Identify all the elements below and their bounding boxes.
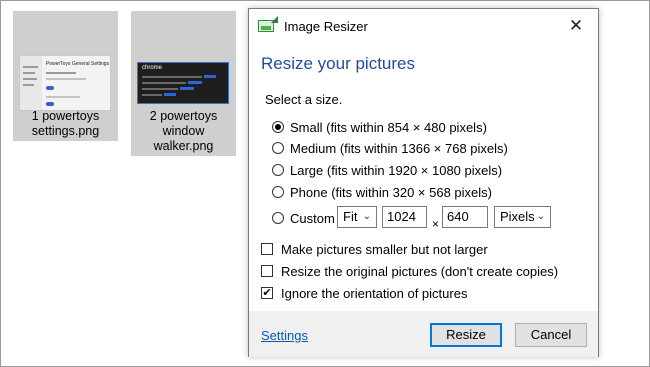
- radio-button[interactable]: [272, 142, 284, 154]
- radio-button[interactable]: [272, 164, 284, 176]
- size-option-small[interactable]: Small (fits within 854 × 480 pixels): [272, 118, 487, 136]
- width-input[interactable]: 1024: [382, 206, 427, 228]
- cancel-button[interactable]: Cancel: [515, 323, 587, 347]
- size-option-label: Phone (fits within 320 × 568 pixels): [290, 184, 492, 200]
- file-thumbnail: chrome: [137, 62, 229, 104]
- file-tile-powertoys-window-walker[interactable]: chrome 2 powertoys window walker.png: [131, 11, 236, 156]
- size-option-custom[interactable]: Custom: [272, 209, 335, 227]
- size-option-medium[interactable]: Medium (fits within 1366 × 768 pixels): [272, 139, 508, 157]
- option-shrink-only[interactable]: Make pictures smaller but not larger: [261, 241, 488, 257]
- file-thumbnail: PowerToys General Settings: [19, 55, 111, 111]
- checkbox[interactable]: [261, 265, 273, 277]
- page-title: Resize your pictures: [261, 54, 416, 73]
- file-tile-powertoys-settings[interactable]: PowerToys General Settings 1 powertoys s…: [13, 11, 118, 141]
- option-label: Ignore the orientation of pictures: [281, 285, 468, 301]
- size-option-label: Medium (fits within 1366 × 768 pixels): [290, 140, 508, 156]
- settings-link[interactable]: Settings: [261, 328, 308, 343]
- size-option-phone[interactable]: Phone (fits within 320 × 568 pixels): [272, 183, 492, 201]
- image-resizer-app-icon: [258, 20, 274, 32]
- height-input[interactable]: 640: [442, 206, 488, 228]
- dialog-footer: Settings Resize Cancel: [249, 311, 598, 357]
- image-resizer-dialog: Image Resizer ✕ Resize your pictures Sel…: [248, 8, 599, 357]
- thumbnail-title: chrome: [142, 65, 163, 71]
- title-bar[interactable]: Image Resizer ✕: [249, 9, 598, 43]
- option-label: Make pictures smaller but not larger: [281, 241, 488, 257]
- chevron-down-icon: ⌄: [362, 211, 371, 222]
- file-name: 1 powertoys settings.png: [31, 109, 100, 138]
- close-icon[interactable]: ✕: [554, 9, 598, 43]
- checkbox-checked[interactable]: ✔: [261, 287, 273, 299]
- size-option-label: Large (fits within 1920 × 1080 pixels): [290, 162, 503, 178]
- radio-button[interactable]: [272, 186, 284, 198]
- size-option-label: Custom: [290, 210, 335, 226]
- unit-dropdown[interactable]: Pixels ⌄: [494, 206, 551, 228]
- times-sign: ×: [432, 217, 440, 231]
- size-option-large[interactable]: Large (fits within 1920 × 1080 pixels): [272, 161, 502, 179]
- thumbnail-title: PowerToys General Settings: [46, 61, 110, 67]
- option-label: Resize the original pictures (don't crea…: [281, 263, 559, 279]
- resize-mode-value: Fit: [343, 209, 358, 224]
- size-option-label: Small (fits within 854 × 480 pixels): [290, 119, 487, 135]
- resize-button[interactable]: Resize: [430, 323, 502, 347]
- radio-button-selected[interactable]: [272, 121, 284, 133]
- select-size-label: Select a size.: [265, 92, 343, 107]
- checkbox[interactable]: [261, 243, 273, 255]
- window-title: Image Resizer: [284, 19, 368, 34]
- resize-mode-dropdown[interactable]: Fit ⌄: [337, 206, 377, 228]
- chevron-down-icon: ⌄: [536, 211, 545, 222]
- option-ignore-orientation[interactable]: ✔ Ignore the orientation of pictures: [261, 285, 467, 301]
- option-replace-originals[interactable]: Resize the original pictures (don't crea…: [261, 263, 558, 279]
- file-name: 2 powertoys window walker.png: [149, 109, 218, 153]
- radio-button[interactable]: [272, 212, 284, 224]
- unit-value: Pixels: [500, 209, 535, 224]
